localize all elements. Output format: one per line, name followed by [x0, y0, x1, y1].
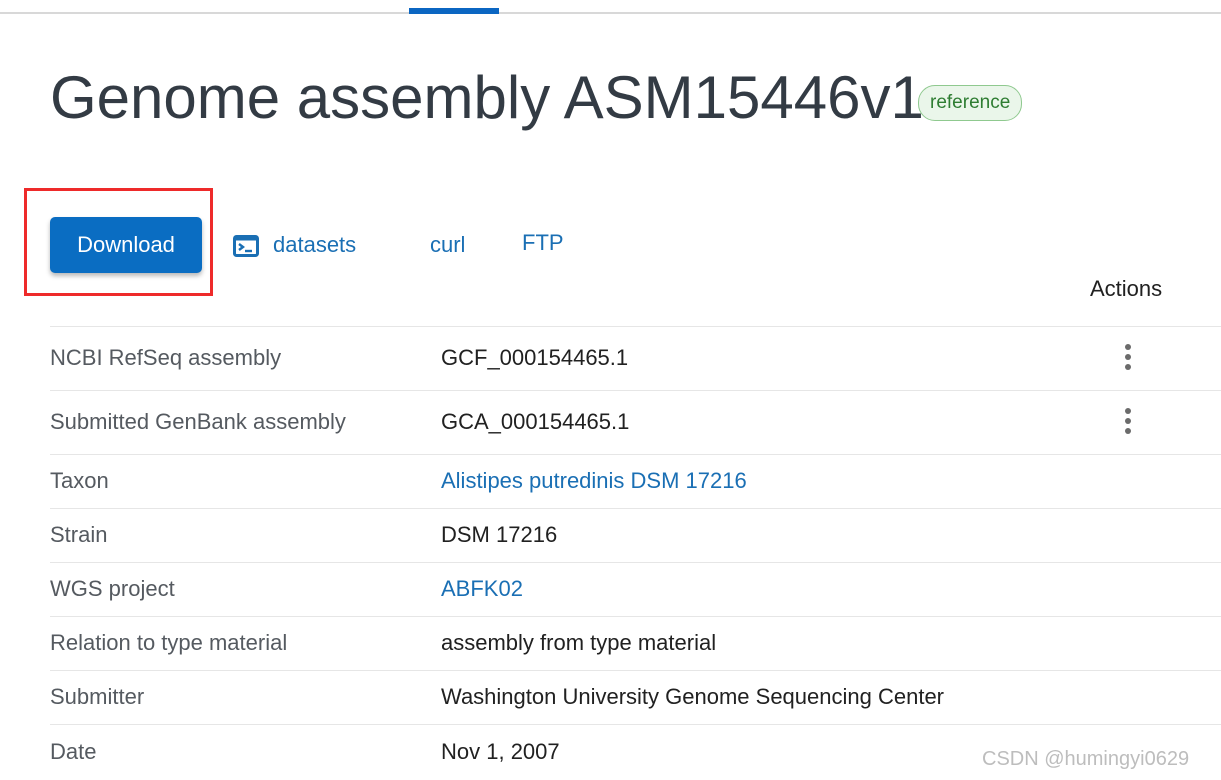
row-value: DSM 17216	[441, 522, 558, 547]
terminal-icon	[233, 233, 259, 258]
row-label: Submitted GenBank assembly	[50, 409, 346, 434]
active-tab-indicator[interactable]	[409, 8, 499, 14]
more-options-icon[interactable]	[1121, 344, 1135, 374]
row-label: Submitter	[50, 684, 145, 709]
row-value: assembly from type material	[441, 630, 717, 655]
row-label: WGS project	[50, 576, 175, 601]
datasets-button[interactable]: datasets	[233, 228, 356, 262]
row-label: Taxon	[50, 468, 109, 493]
tab-bar-divider	[0, 12, 1221, 14]
row-label: Relation to type material	[50, 630, 288, 655]
table-row: Relation to type material assembly from t…	[50, 616, 1221, 671]
download-button[interactable]: Download	[50, 217, 202, 273]
table-row: Strain DSM 17216	[50, 508, 1221, 563]
watermark: CSDN @humingyi0629	[982, 748, 1190, 770]
row-value: GCA_000154465.1	[441, 409, 630, 434]
table-row: Taxon Alistipes putredinis DSM 17216	[50, 454, 1221, 509]
table-row: Submitted GenBank assembly GCA_000154465.…	[50, 390, 1221, 455]
row-value: Washington University Genome Sequencing …	[441, 684, 945, 709]
row-value: Nov 1, 2007	[441, 739, 560, 764]
row-value-link[interactable]: Alistipes putredinis DSM 17216	[441, 468, 747, 494]
row-label: NCBI RefSeq assembly	[50, 345, 282, 370]
more-options-icon[interactable]	[1121, 408, 1135, 438]
row-value: GCF_000154465.1	[441, 345, 629, 370]
table-row: Submitter Washington University Genome Se…	[50, 670, 1221, 725]
curl-button[interactable]: curl	[430, 228, 465, 262]
datasets-label: datasets	[273, 232, 357, 257]
page-title: Genome assembly ASM15446v1	[50, 64, 924, 131]
assembly-page: Genome assembly ASM15446v1 reference Dow…	[0, 0, 1221, 780]
reference-badge: reference	[918, 85, 1023, 121]
table-row: NCBI RefSeq assembly GCF_000154465.1	[50, 326, 1221, 391]
row-label: Strain	[50, 522, 108, 547]
actions-column-header: Actions	[1090, 276, 1163, 301]
row-value-link[interactable]: ABFK02	[441, 576, 523, 602]
row-label: Date	[50, 739, 97, 764]
ftp-button[interactable]: FTP	[522, 226, 564, 260]
table-row: WGS project ABFK02	[50, 562, 1221, 617]
